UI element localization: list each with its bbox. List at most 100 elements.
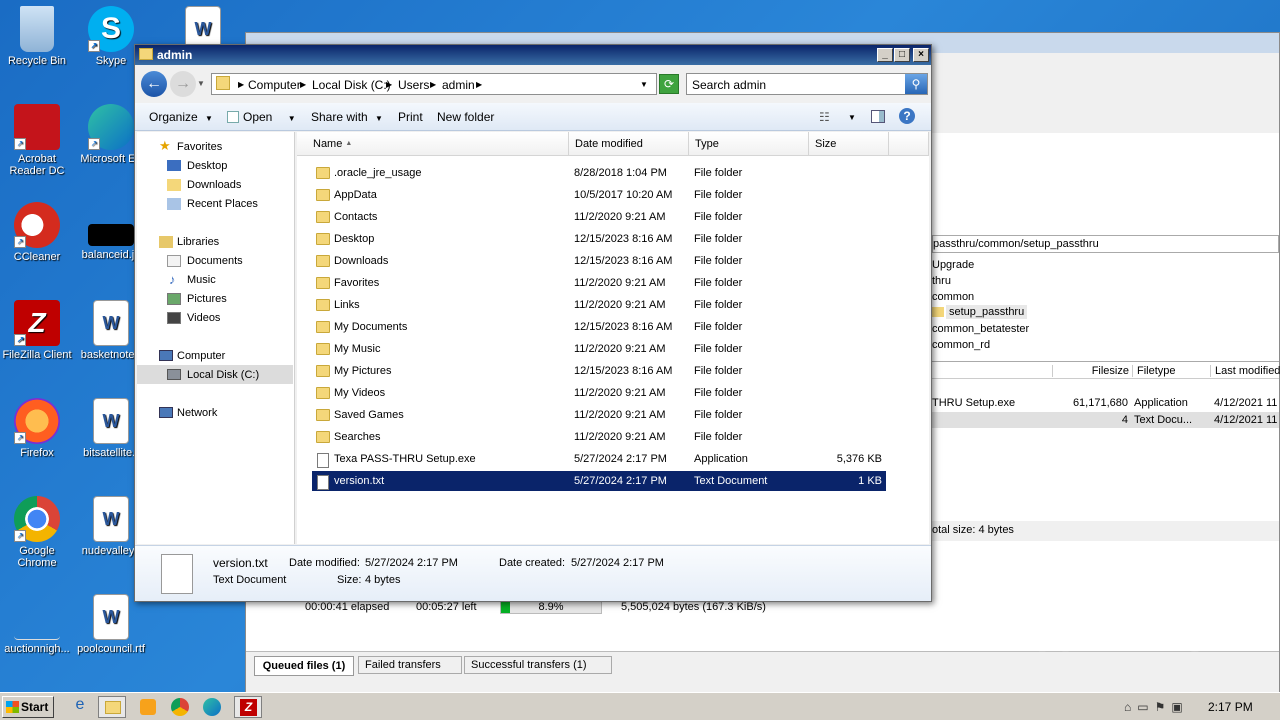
file-row[interactable]: version.txt 5/27/2024 2:17 PM Text Documen… (312, 471, 886, 491)
nav-recent-places[interactable]: Recent Places (187, 198, 258, 210)
file-row[interactable]: AppData 10/5/2017 10:20 AM File folder (312, 185, 886, 205)
remote-path-field[interactable]: passthru/common/setup_passthru (932, 235, 1279, 253)
tab-queued-files[interactable]: Queued files (1) (254, 656, 354, 676)
edge-taskbar-icon[interactable] (198, 696, 226, 718)
nav-computer[interactable]: Computer (177, 350, 225, 362)
file-row[interactable]: .oracle_jre_usage 8/28/2018 1:04 PM File f… (312, 163, 886, 183)
tree-item[interactable]: common_rd (932, 339, 990, 351)
nav-libraries[interactable]: Libraries (177, 236, 219, 248)
view-options-icon[interactable]: ☷ (819, 110, 830, 124)
desktop-icon-label: Google Chrome (17, 545, 57, 569)
file-row[interactable]: Downloads 12/15/2023 8:16 AM File folder (312, 251, 886, 271)
nav-music[interactable]: Music (187, 274, 216, 286)
start-button[interactable]: Start (2, 696, 54, 718)
breadcrumb-computer[interactable]: Computer (248, 78, 301, 92)
tab-successful-transfers[interactable]: Successful transfers (1) (464, 656, 612, 674)
column-header-size[interactable]: Size (809, 132, 889, 156)
clock[interactable]: 2:17 PM (1208, 700, 1253, 714)
desktop-icon-acrobat[interactable]: ↗ Acrobat Reader DC (0, 104, 74, 177)
folder-icon (316, 387, 330, 399)
file-row[interactable]: Searches 11/2/2020 9:21 AM File folder (312, 427, 886, 447)
tree-item[interactable]: Upgrade (932, 259, 974, 271)
desktop-icon-chrome[interactable]: ↗ Google Chrome (0, 496, 74, 569)
nav-videos[interactable]: Videos (187, 312, 220, 324)
file-row[interactable]: My Music 11/2/2020 9:21 AM File folder (312, 339, 886, 359)
ie-icon[interactable]: e (66, 696, 94, 718)
tray-icons[interactable]: ⌂▭⚑▣ (1124, 700, 1189, 714)
nav-network[interactable]: Network (177, 407, 217, 419)
row-type: Application (694, 453, 748, 465)
tree-item[interactable]: thru (932, 275, 951, 287)
desktop-icon-recycle-bin[interactable]: Recycle Bin (0, 6, 74, 67)
tree-item[interactable]: common_betatester (932, 323, 1029, 335)
address-bar[interactable]: ▶ Computer ▶ Local Disk (C:) ▶ Users ▶ a… (211, 73, 657, 95)
print-button[interactable]: Print (398, 110, 423, 124)
nav-desktop[interactable]: Desktop (187, 160, 227, 172)
total-size-text: otal size: 4 bytes (932, 524, 1014, 536)
breadcrumb-local-disk[interactable]: Local Disk (C:) (312, 78, 391, 92)
preview-pane-icon[interactable] (871, 110, 885, 123)
remote-file-row-selected[interactable]: 4 Text Docu... 4/12/2021 11 (932, 412, 1279, 428)
file-row[interactable]: Desktop 12/15/2023 8:16 AM File folder (312, 229, 886, 249)
desktop-icon-filezilla[interactable]: Z ↗ FileZilla Client (0, 300, 74, 361)
tab-failed-transfers[interactable]: Failed transfers (358, 656, 462, 674)
file-row[interactable]: Links 11/2/2020 9:21 AM File folder (312, 295, 886, 315)
col-filetype[interactable]: Filetype (1132, 365, 1210, 377)
nav-favorites[interactable]: Favorites (177, 141, 222, 153)
explorer-titlebar[interactable]: admin _ □ × (135, 45, 931, 65)
desktop-icon-firefox[interactable]: ↗ Firefox (0, 398, 74, 459)
forward-button[interactable]: → (170, 71, 196, 97)
nav-documents[interactable]: Documents (187, 255, 243, 267)
image-file-icon (88, 224, 134, 246)
close-button[interactable]: × (913, 48, 929, 62)
filezilla-taskbar-icon[interactable]: Z (234, 696, 262, 718)
nav-pictures[interactable]: Pictures (187, 293, 227, 305)
chevron-down-icon[interactable]: ▼ (848, 113, 856, 122)
desktop-icon-auctionnigh[interactable]: auctionnigh... (0, 594, 74, 655)
column-header-name[interactable]: Name ▲ (297, 132, 569, 156)
word-doc-icon: W (93, 496, 129, 542)
new-folder-button[interactable]: New folder (437, 110, 494, 124)
file-row[interactable]: Contacts 11/2/2020 9:21 AM File folder (312, 207, 886, 227)
maximize-button[interactable]: □ (894, 48, 910, 62)
chevron-down-icon[interactable]: ▼ (640, 80, 648, 89)
back-button[interactable]: ← (141, 71, 167, 97)
desktop-icon-label: auctionnigh... (4, 643, 70, 655)
share-with-button[interactable]: Share with ▼ (311, 110, 383, 124)
refresh-icon[interactable]: ⟳ (659, 74, 679, 94)
desktop-icon-poolcouncil[interactable]: W poolcouncil.rtf (74, 594, 148, 655)
open-button[interactable]: Open ▼ (227, 110, 296, 124)
acrobat-icon: ↗ (14, 104, 60, 150)
file-row[interactable]: My Pictures 12/15/2023 8:16 AM File folder (312, 361, 886, 381)
column-header-type[interactable]: Type (689, 132, 809, 156)
desktop-icon-ccleaner[interactable]: ↗ CCleaner (0, 202, 74, 263)
command-bar: Organize ▼ Open ▼ Share with ▼ Print New… (135, 103, 931, 131)
column-header-date[interactable]: Date modified (569, 132, 689, 156)
explorer-taskbar-icon[interactable] (98, 696, 126, 718)
help-icon[interactable]: ? (899, 108, 915, 124)
tree-item[interactable]: common (932, 291, 974, 303)
organize-button[interactable]: Organize ▼ (149, 110, 213, 124)
file-row[interactable]: Favorites 11/2/2020 9:21 AM File folder (312, 273, 886, 293)
nav-downloads[interactable]: Downloads (187, 179, 241, 191)
file-row[interactable]: My Videos 11/2/2020 9:21 AM File folder (312, 383, 886, 403)
file-row[interactable]: Saved Games 11/2/2020 9:21 AM File folder (312, 405, 886, 425)
chevron-down-icon[interactable]: ▼ (197, 79, 205, 88)
minimize-button[interactable]: _ (877, 48, 893, 62)
row-name: Texa PASS-THRU Setup.exe (334, 453, 476, 465)
file-row[interactable]: Texa PASS-THRU Setup.exe 5/27/2024 2:17 P… (312, 449, 886, 469)
search-icon[interactable]: ⚲ (905, 74, 927, 94)
nav-local-disk[interactable]: Local Disk (C:) (187, 369, 259, 381)
breadcrumb-admin[interactable]: admin (442, 78, 475, 92)
file-row[interactable]: My Documents 12/15/2023 8:16 AM File folde… (312, 317, 886, 337)
row-type: File folder (694, 189, 743, 201)
media-player-icon[interactable] (134, 696, 162, 718)
remote-file-row[interactable]: THRU Setup.exe 61,171,680 Application 4/… (932, 395, 1279, 411)
row-name: Desktop (334, 233, 375, 245)
chrome-taskbar-icon[interactable] (166, 696, 194, 718)
col-last-modified[interactable]: Last modified (1210, 365, 1280, 377)
breadcrumb-users[interactable]: Users (398, 78, 429, 92)
search-input[interactable]: Search admin ⚲ (686, 73, 928, 95)
tree-item-selected[interactable]: setup_passthru (932, 305, 1028, 319)
col-filesize[interactable]: Filesize (1052, 365, 1132, 377)
